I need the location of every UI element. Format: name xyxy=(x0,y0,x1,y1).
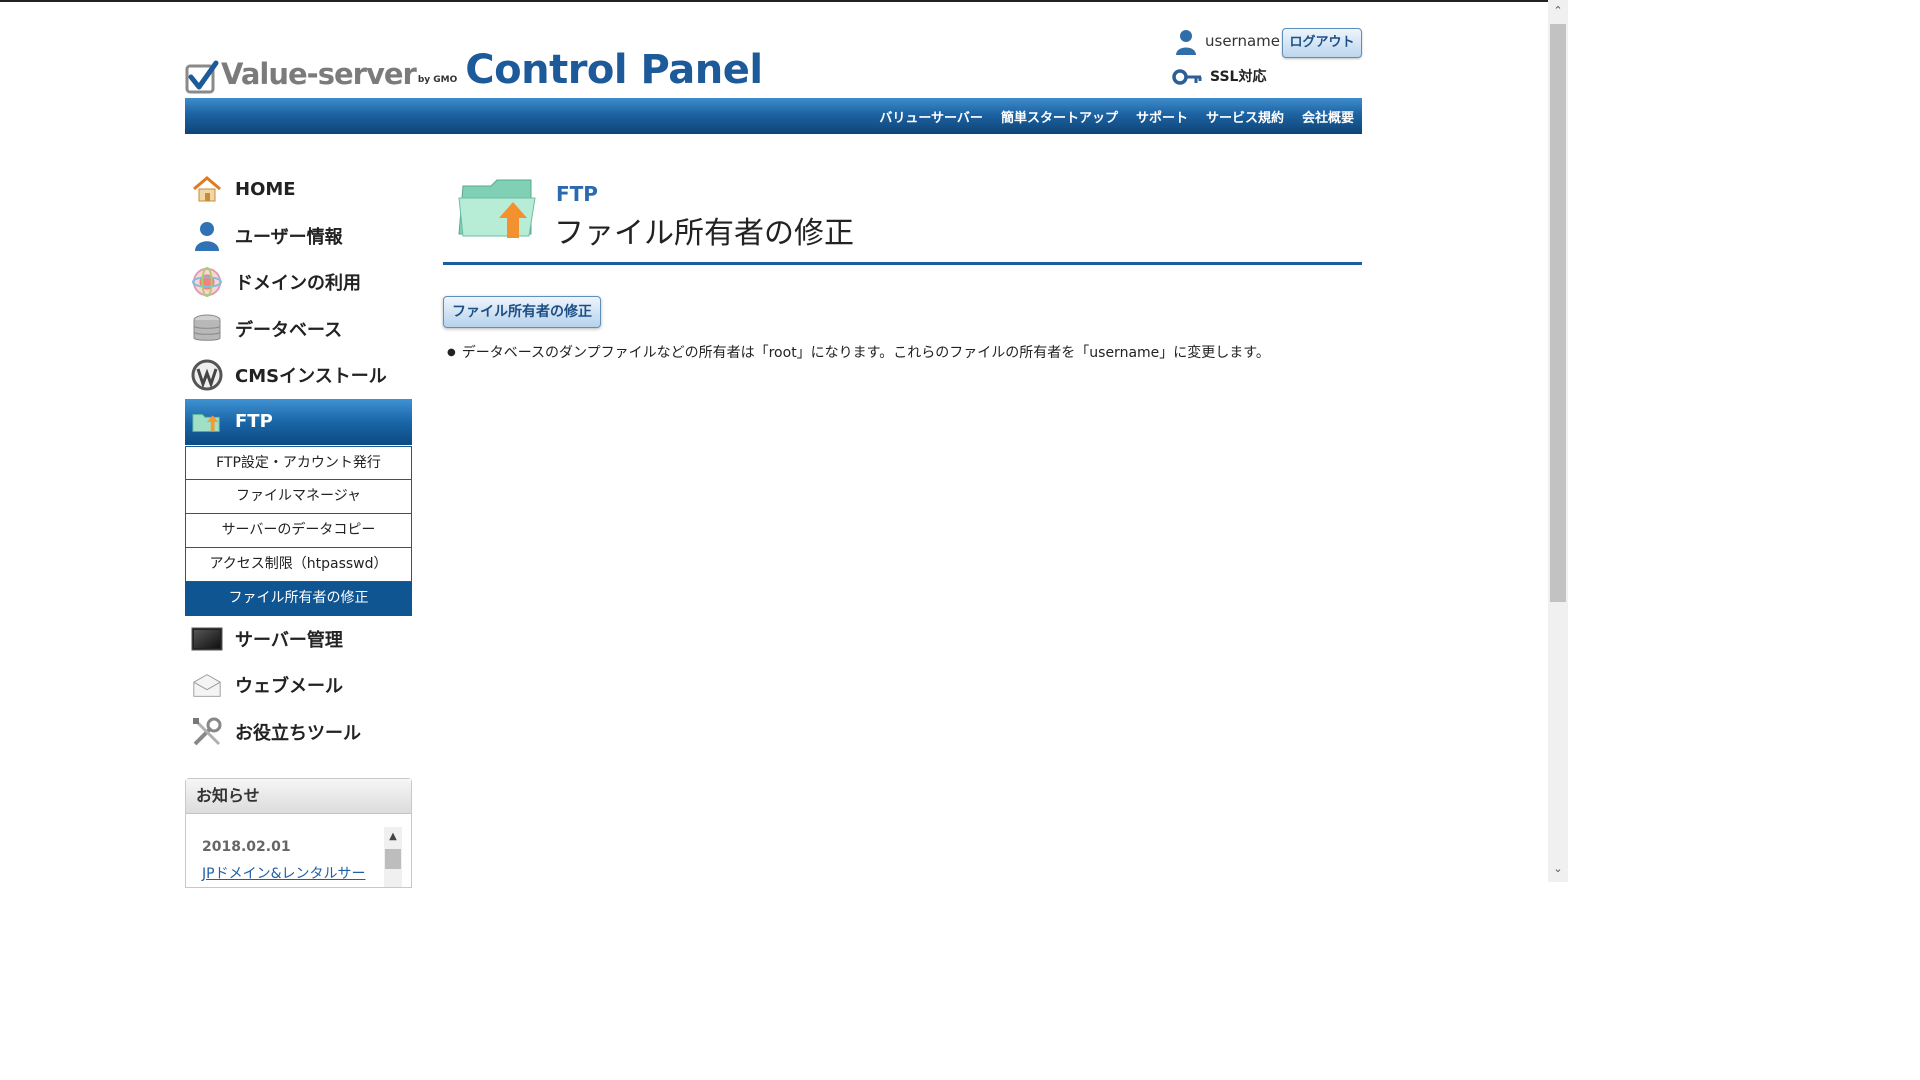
sidebar-item-label: FTP xyxy=(235,411,273,432)
sidebar-item-label: ドメインの利用 xyxy=(235,273,361,295)
home-icon xyxy=(191,173,223,205)
folder-upload-icon xyxy=(458,179,536,238)
sidebar-item-label: サーバー管理 xyxy=(235,629,343,651)
site-logo[interactable]: Value-server by GMO Control Panel xyxy=(185,44,763,94)
sidebar-item-label: ウェブメール xyxy=(235,676,343,698)
logout-button[interactable]: ログアウト xyxy=(1282,28,1362,58)
sidebar: HOME ユーザー情報 ドメインの利用 データベース CMSインストール FTP… xyxy=(185,166,412,755)
sidebar-item-database[interactable]: データベース xyxy=(185,306,412,353)
submenu-item-access-restriction[interactable]: アクセス制限（htpasswd） xyxy=(185,547,412,582)
scroll-up-arrow-icon[interactable]: ⌃ xyxy=(1548,4,1568,22)
key-icon xyxy=(1172,69,1202,85)
folder-upload-icon xyxy=(191,406,223,438)
sidebar-item-ftp[interactable]: FTP xyxy=(185,398,412,445)
sidebar-item-cms[interactable]: CMSインストール xyxy=(185,352,412,399)
sidebar-item-server[interactable]: サーバー管理 xyxy=(185,616,412,663)
sidebar-item-domain[interactable]: ドメインの利用 xyxy=(185,259,412,306)
news-link[interactable]: JPドメイン&レンタルサー xyxy=(202,863,366,883)
news-panel: お知らせ 2018.02.01 JPドメイン&レンタルサー ▲ xyxy=(185,778,412,888)
database-icon xyxy=(191,313,223,345)
sidebar-item-label: データベース xyxy=(235,319,343,341)
username-label: username xyxy=(1205,32,1280,50)
page-container: Value-server by GMO Control Panel userna… xyxy=(185,0,1362,888)
window-scrollbar[interactable]: ⌃ ⌄ xyxy=(1548,0,1568,882)
sidebar-item-label: ユーザー情報 xyxy=(235,226,343,248)
sidebar-item-tools[interactable]: お役立ちツール xyxy=(185,709,412,756)
nav-item-valueserver[interactable]: バリューサーバー xyxy=(879,107,983,126)
news-scroll-thumb[interactable] xyxy=(385,849,401,869)
user-icon xyxy=(1176,30,1196,55)
submenu-item-file-manager[interactable]: ファイルマネージャ xyxy=(185,479,412,514)
top-navbar: バリューサーバー 簡単スタートアップ サポート サービス規約 会社概要 xyxy=(185,98,1362,134)
sidebar-item-home[interactable]: HOME xyxy=(185,166,412,213)
scroll-down-arrow-icon[interactable]: ⌄ xyxy=(1548,862,1568,880)
globe-icon xyxy=(191,266,223,298)
section-label: FTP xyxy=(556,182,598,206)
logo-check-icon xyxy=(185,60,219,94)
bullet-icon: ● xyxy=(447,347,456,358)
ssl-label: SSL対応 xyxy=(1210,69,1267,85)
logo-title: Control Panel xyxy=(465,47,763,93)
sidebar-item-label: CMSインストール xyxy=(235,366,387,388)
news-date: 2018.02.01 xyxy=(202,839,291,855)
user-area: username ログアウト SSL対応 xyxy=(1132,28,1362,92)
nav-item-company[interactable]: 会社概要 xyxy=(1302,107,1354,126)
submenu-item-file-owner-fix[interactable]: ファイル所有者の修正 xyxy=(185,581,412,616)
fix-file-owner-button[interactable]: ファイル所有者の修正 xyxy=(443,296,601,328)
scroll-up-arrow-icon[interactable]: ▲ xyxy=(384,829,402,845)
nav-item-quickstart[interactable]: 簡単スタートアップ xyxy=(1001,107,1118,126)
news-scrollbar[interactable]: ▲ xyxy=(384,827,402,887)
note-text: データベースのダンプファイルなどの所有者は「root」になります。これらのファイ… xyxy=(461,345,1270,361)
nav-item-support[interactable]: サポート xyxy=(1136,107,1188,126)
submenu-item-data-copy[interactable]: サーバーのデータコピー xyxy=(185,513,412,548)
page-title: ファイル所有者の修正 xyxy=(554,216,854,251)
sidebar-item-user-info[interactable]: ユーザー情報 xyxy=(185,213,412,260)
user-icon xyxy=(191,220,223,252)
sidebar-item-label: HOME xyxy=(235,178,296,200)
title-divider xyxy=(443,262,1362,265)
envelope-icon xyxy=(191,669,223,701)
logo-sub: by GMO xyxy=(417,75,458,85)
tools-icon xyxy=(191,716,223,748)
description-note: ● データベースのダンプファイルなどの所有者は「root」になります。これらのファ… xyxy=(447,342,1270,362)
ftp-submenu: FTP設定・アカウント発行 ファイルマネージャ サーバーのデータコピー アクセス… xyxy=(185,445,412,616)
news-heading: お知らせ xyxy=(186,779,411,814)
server-icon xyxy=(191,623,223,655)
logo-text: Value-server xyxy=(221,57,417,91)
sidebar-item-webmail[interactable]: ウェブメール xyxy=(185,662,412,709)
nav-item-terms[interactable]: サービス規約 xyxy=(1206,107,1284,126)
submenu-item-ftp-settings[interactable]: FTP設定・アカウント発行 xyxy=(185,445,412,480)
sidebar-item-label: お役立ちツール xyxy=(235,722,361,744)
wordpress-icon xyxy=(191,359,223,391)
window-scroll-thumb[interactable] xyxy=(1550,24,1566,602)
